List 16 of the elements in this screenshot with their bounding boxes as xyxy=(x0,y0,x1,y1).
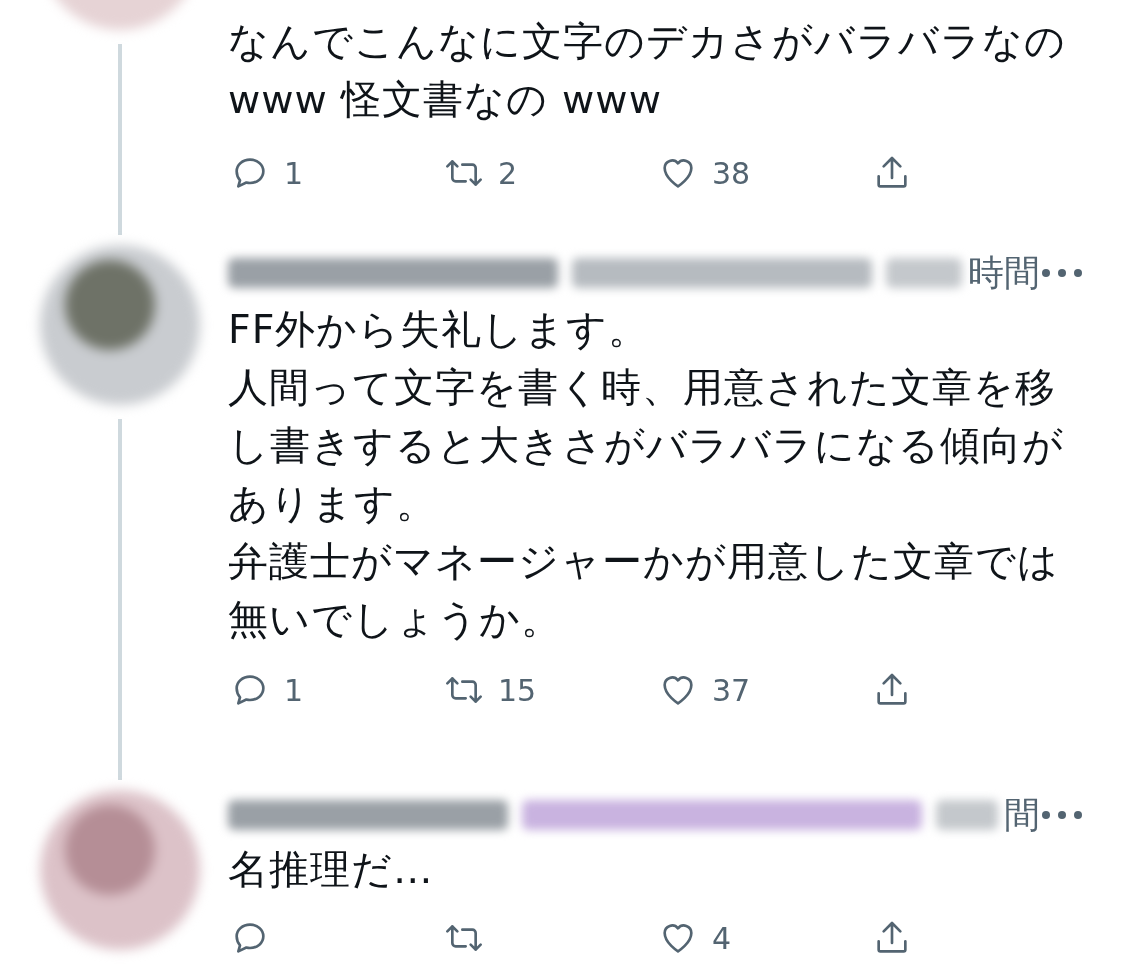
timestamp: 時間 xyxy=(968,254,1040,291)
reply-count: 1 xyxy=(284,155,304,191)
retweet-count: 2 xyxy=(498,155,518,191)
like-count: 4 xyxy=(712,920,732,956)
more-icon[interactable] xyxy=(1040,809,1084,821)
like-count: 38 xyxy=(712,155,751,191)
tweet-text: なんでこんなに文字のデカさがバラバラなの www 怪文書なの www xyxy=(228,17,1067,124)
tweet-text: 名推理だ… xyxy=(228,845,435,894)
tweet-text: FF外から失礼します。 人間って文字を書く時、用意された文章を移 し書きすると大きさがバラバラになる傾向が あります。 弁護士がマネージャーかが用意した文章では 無いでしょうか。 xyxy=(228,305,1065,644)
retweet-count: 15 xyxy=(498,672,537,708)
like-count: 37 xyxy=(712,672,751,708)
reply-count: 1 xyxy=(284,672,304,708)
avatar[interactable] xyxy=(40,245,200,405)
timestamp: 間 xyxy=(1004,797,1040,833)
avatar[interactable] xyxy=(40,790,200,950)
more-icon[interactable] xyxy=(1040,266,1084,279)
